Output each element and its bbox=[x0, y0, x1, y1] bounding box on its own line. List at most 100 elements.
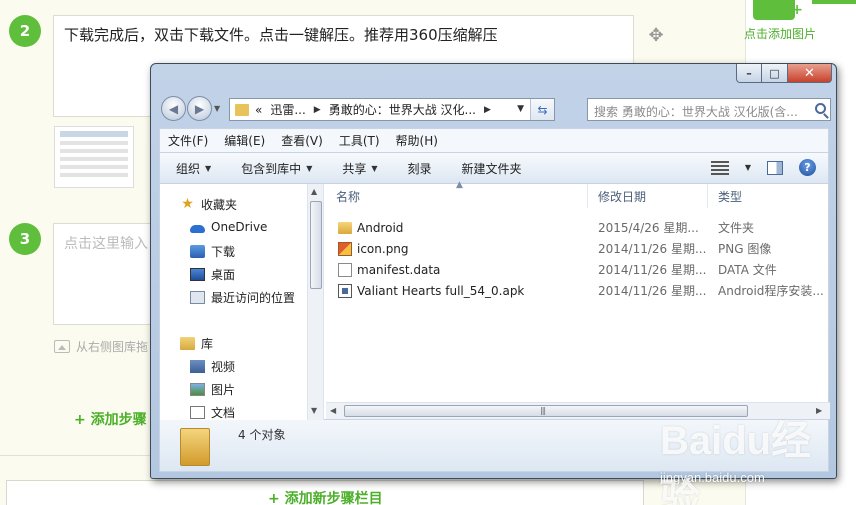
top-accent-strip bbox=[812, 0, 856, 4]
nav-recent-places[interactable]: 最近访问的位置 bbox=[190, 289, 295, 306]
chevron-right-icon[interactable]: ▶ bbox=[314, 105, 321, 115]
maximize-button[interactable]: □ bbox=[762, 64, 788, 83]
caret-down-icon: ▼ bbox=[306, 163, 313, 173]
scroll-left-icon[interactable]: ◀ bbox=[330, 406, 336, 415]
grip-icon: ||| bbox=[540, 406, 546, 415]
step-number-3: 3 bbox=[9, 223, 41, 255]
arrow-left-icon: ◀ bbox=[168, 101, 179, 116]
preview-pane-icon[interactable] bbox=[767, 160, 783, 175]
menu-help[interactable]: 帮助(H) bbox=[396, 132, 438, 149]
view-options-icon[interactable] bbox=[710, 160, 729, 175]
column-header-type[interactable]: 类型 bbox=[708, 184, 830, 208]
move-handle-icon[interactable]: ✥ bbox=[646, 26, 666, 46]
scroll-down-icon[interactable]: ▼ bbox=[311, 406, 317, 415]
address-segment[interactable]: 勇敢的心：世界大战 汉化... bbox=[329, 101, 476, 118]
file-list: 名称 ▲ 修改日期 类型 Android 2015/4/26 星期... 文件夹… bbox=[326, 180, 830, 420]
menu-file[interactable]: 文件(F) bbox=[168, 132, 208, 149]
organize-button[interactable]: 组织 ▼ bbox=[176, 160, 211, 177]
close-button[interactable]: ✕ bbox=[788, 64, 832, 83]
nav-favorites[interactable]: ★ 收藏夹 bbox=[180, 196, 237, 213]
sort-ascending-icon: ▲ bbox=[456, 180, 463, 190]
refresh-icon: ⇆ bbox=[537, 102, 548, 117]
image-icon bbox=[54, 340, 70, 353]
file-row[interactable]: Valiant Hearts full_54_0.apk 2014/11/26 … bbox=[326, 280, 830, 301]
folder-icon bbox=[180, 428, 210, 466]
menu-bar: 文件(F) 编辑(E) 查看(V) 工具(T) 帮助(H) bbox=[159, 128, 829, 152]
add-new-column-button[interactable]: + 添加新步骤栏目 bbox=[268, 488, 383, 505]
pictures-icon bbox=[190, 383, 205, 396]
add-step-button[interactable]: + 添加步骤 bbox=[74, 409, 147, 429]
cloud-icon bbox=[190, 224, 205, 233]
library-icon bbox=[180, 337, 195, 350]
address-prefix[interactable]: « bbox=[255, 103, 262, 117]
item-count: 4 个对象 bbox=[238, 428, 286, 442]
png-file-icon bbox=[338, 241, 352, 256]
menu-edit[interactable]: 编辑(E) bbox=[224, 132, 265, 149]
scroll-right-icon[interactable]: ▶ bbox=[816, 406, 822, 415]
search-icon[interactable] bbox=[815, 103, 826, 114]
step3-placeholder: 点击这里输入 bbox=[64, 236, 148, 252]
downloads-icon bbox=[190, 245, 205, 258]
window-controls: – □ ✕ bbox=[736, 64, 832, 83]
column-header-name[interactable]: 名称 ▲ bbox=[326, 180, 588, 208]
nav-videos[interactable]: 视频 bbox=[190, 358, 235, 375]
explorer-window: – □ ✕ ◀ ▶ ▼ « 迅雷... ▶ 勇敢的心：世界大战 汉化... ▶ … bbox=[150, 63, 837, 479]
recent-places-icon bbox=[190, 291, 205, 304]
scroll-up-icon[interactable]: ▲ bbox=[311, 187, 317, 196]
desktop-icon bbox=[190, 268, 205, 281]
address-bar[interactable]: « 迅雷... ▶ 勇敢的心：世界大战 汉化... ▶ ▼ ⇆ bbox=[229, 98, 555, 121]
file-row[interactable]: manifest.data 2014/11/26 星期... DATA 文件 bbox=[326, 259, 830, 280]
step2-thumbnail[interactable] bbox=[54, 126, 134, 188]
column-header-modified[interactable]: 修改日期 bbox=[588, 184, 708, 208]
nav-onedrive[interactable]: OneDrive bbox=[190, 220, 267, 234]
baidu-watermark-url: jingyan.baidu.com bbox=[660, 470, 765, 485]
add-image-label[interactable]: 点击添加图片 bbox=[744, 25, 816, 42]
caret-down-icon: ▼ bbox=[371, 163, 378, 173]
explorer-body: ★ 收藏夹 OneDrive 下载 桌面 最近访问的位置 库 视频 图片 文档 ▲… bbox=[159, 180, 830, 420]
forward-button[interactable]: ▶ bbox=[187, 96, 212, 121]
folder-icon bbox=[235, 103, 249, 116]
step-number-2: 2 bbox=[9, 15, 41, 47]
menu-view[interactable]: 查看(V) bbox=[281, 132, 323, 149]
file-row[interactable]: icon.png 2014/11/26 星期... PNG 图像 bbox=[326, 238, 830, 259]
step2-text: 下载完成后，双击下载文件。点击一键解压。推荐用360压缩解压 bbox=[64, 26, 498, 44]
arrow-right-icon: ▶ bbox=[194, 101, 205, 116]
search-input[interactable]: 搜索 勇敢的心：世界大战 汉化版(含... bbox=[587, 98, 831, 121]
folder-icon bbox=[338, 221, 352, 234]
file-list-scrollbar[interactable]: ◀ ||| ▶ bbox=[326, 402, 830, 419]
nav-pictures[interactable]: 图片 bbox=[190, 381, 235, 398]
file-row[interactable]: Android 2015/4/26 星期... 文件夹 bbox=[326, 217, 830, 238]
caret-down-icon: ▼ bbox=[205, 163, 212, 173]
help-icon[interactable]: ? bbox=[799, 159, 816, 176]
command-bar: 组织 ▼ 包含到库中 ▼ 共享 ▼ 刻录 新建文件夹 ▼ ? bbox=[159, 152, 829, 184]
image-library-hint: 从右侧图库拖 bbox=[54, 338, 148, 355]
scroll-thumb[interactable] bbox=[310, 201, 322, 289]
navigation-bar: ◀ ▶ ▼ « 迅雷... ▶ 勇敢的心：世界大战 汉化... ▶ ▼ ⇆ 搜索… bbox=[159, 96, 831, 122]
burn-button[interactable]: 刻录 bbox=[408, 160, 432, 177]
video-icon bbox=[190, 360, 205, 373]
nav-documents[interactable]: 文档 bbox=[190, 404, 235, 420]
address-segment[interactable]: 迅雷... bbox=[270, 101, 305, 118]
nav-downloads[interactable]: 下载 bbox=[190, 243, 235, 260]
scroll-thumb[interactable]: ||| bbox=[344, 405, 748, 417]
minimize-button[interactable]: – bbox=[736, 64, 762, 83]
nav-libraries[interactable]: 库 bbox=[180, 335, 213, 352]
documents-icon bbox=[190, 406, 205, 419]
menu-tools[interactable]: 工具(T) bbox=[339, 132, 380, 149]
recent-pages-dropdown[interactable]: ▼ bbox=[214, 104, 224, 113]
navigation-pane-scrollbar[interactable]: ▲ ▼ bbox=[308, 184, 324, 420]
refresh-button[interactable]: ⇆ bbox=[530, 99, 554, 120]
navigation-pane: ★ 收藏夹 OneDrive 下载 桌面 最近访问的位置 库 视频 图片 文档 bbox=[160, 184, 308, 420]
nav-desktop[interactable]: 桌面 bbox=[190, 266, 235, 283]
include-in-library-button[interactable]: 包含到库中 ▼ bbox=[241, 160, 312, 177]
chevron-down-icon[interactable]: ▼ bbox=[517, 104, 524, 114]
add-image-icon[interactable] bbox=[753, 0, 803, 20]
details-pane: 4 个对象 bbox=[159, 420, 829, 472]
new-folder-button[interactable]: 新建文件夹 bbox=[462, 160, 522, 177]
share-button[interactable]: 共享 ▼ bbox=[342, 160, 377, 177]
caret-down-icon[interactable]: ▼ bbox=[745, 163, 751, 172]
chevron-right-icon[interactable]: ▶ bbox=[484, 105, 491, 115]
star-icon: ★ bbox=[181, 196, 194, 212]
back-button[interactable]: ◀ bbox=[161, 96, 186, 121]
apk-file-icon bbox=[338, 283, 352, 298]
